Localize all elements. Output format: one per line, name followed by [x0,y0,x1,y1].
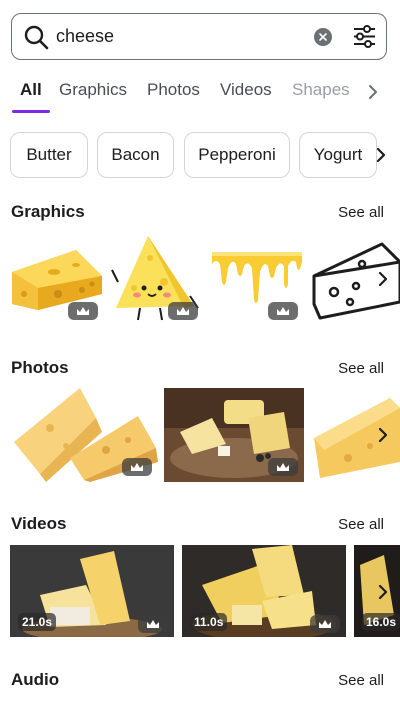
tab-photos[interactable]: Photos [147,80,200,100]
crown-icon [177,307,189,315]
see-all-videos[interactable]: See all [338,516,384,533]
premium-badge [310,615,340,633]
tab-shapes[interactable]: Shapes [292,80,350,100]
section-title-videos: Videos [11,514,67,533]
chip-yogurt[interactable]: Yogurt [299,132,377,178]
clear-icon[interactable] [314,28,332,46]
photo-cheese-slices[interactable] [10,388,158,482]
chevron-right-icon[interactable] [376,583,390,601]
graphic-dripping-cheese[interactable] [210,232,304,322]
premium-badge [138,615,168,633]
chevron-right-icon[interactable] [366,83,380,101]
see-all-photos[interactable]: See all [338,360,384,377]
search-icon [24,25,49,50]
crown-icon [277,307,289,315]
premium-badge [268,458,298,476]
active-tab-indicator [12,110,50,113]
graphic-cute-cheese[interactable] [110,232,204,324]
video-cheese-2[interactable]: 11.0s [182,545,346,637]
video-duration: 21.0s [18,613,57,631]
video-cheese-1[interactable]: 21.0s [10,545,174,637]
tab-all[interactable]: All [20,80,42,100]
video-cheese-3[interactable]: 16.0s [354,545,400,637]
crown-icon [319,620,331,628]
suggestion-chips: Butter Bacon Pepperoni Yogurt [0,132,400,178]
video-duration: 11.0s [190,613,228,631]
chevron-right-icon[interactable] [376,426,390,444]
premium-badge [122,458,152,476]
search-input[interactable] [56,23,306,49]
chip-pepperoni[interactable]: Pepperoni [184,132,290,178]
see-all-graphics[interactable]: See all [338,204,384,221]
filter-icon[interactable] [352,24,377,49]
chip-butter[interactable]: Butter [10,132,88,178]
graphic-outline-cheese[interactable] [310,232,400,322]
section-title-photos: Photos [11,358,69,377]
chip-bacon[interactable]: Bacon [97,132,174,178]
video-duration: 16.0s [362,613,400,631]
premium-badge [268,302,298,320]
chevron-right-icon[interactable] [374,146,388,164]
search-bar[interactable] [11,13,387,60]
tab-videos[interactable]: Videos [220,80,272,100]
section-title-graphics: Graphics [11,202,85,221]
crown-icon [77,307,89,315]
graphic-cheese-wedge[interactable] [10,232,104,322]
category-tabs: All Graphics Photos Videos Shapes [0,78,400,114]
crown-icon [131,463,143,471]
section-title-audio: Audio [11,670,60,689]
crown-icon [147,620,159,628]
photo-cheese-board[interactable] [164,388,304,482]
premium-badge [168,302,198,320]
photo-cheese-wedge[interactable] [310,388,400,482]
crown-icon [277,463,289,471]
see-all-audio[interactable]: See all [338,672,384,689]
premium-badge [68,302,98,320]
chevron-right-icon[interactable] [376,270,390,288]
tab-graphics[interactable]: Graphics [59,80,127,100]
